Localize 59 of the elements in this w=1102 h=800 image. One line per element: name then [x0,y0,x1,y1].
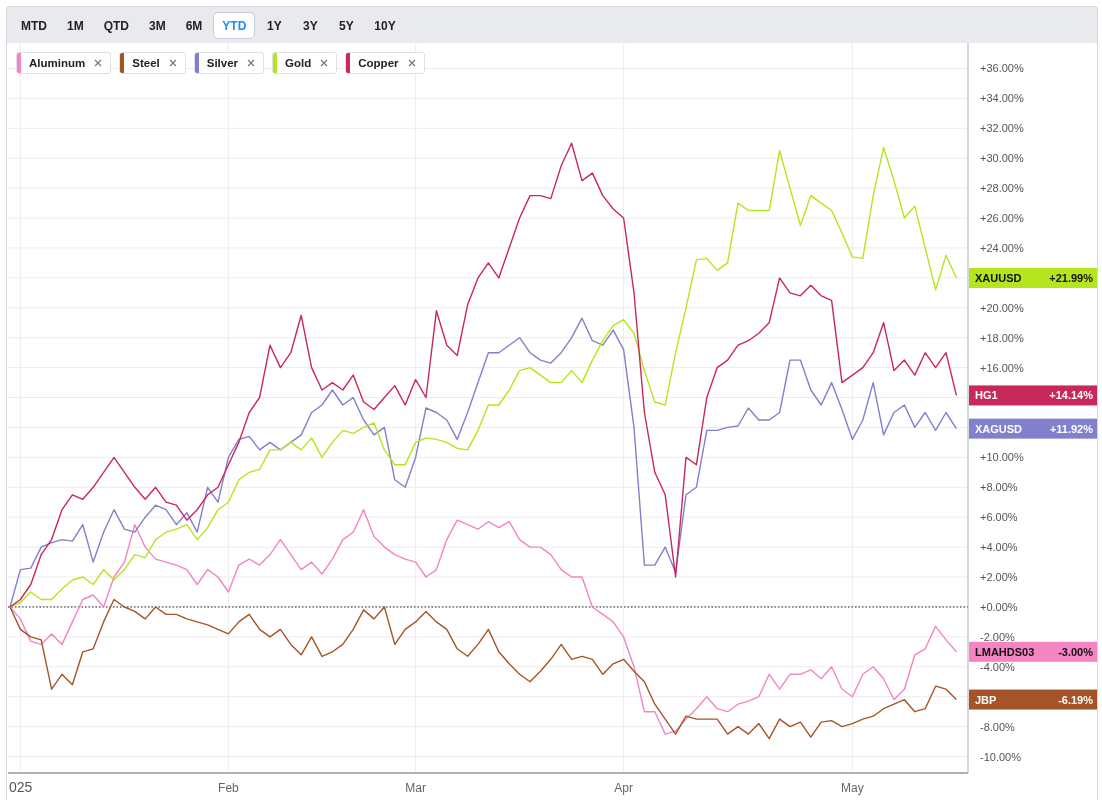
price-tag-value: -6.19% [1058,693,1093,706]
legend-label: Gold [285,57,312,69]
range-tab[interactable]: 10Y [365,11,405,39]
axis-tick-label: +8.00% [980,481,1018,494]
price-tag-symbol: HG1 [975,389,998,402]
close-icon[interactable] [168,59,177,67]
axis-tick-label: -4.00% [980,660,1015,673]
axis-tick-label: +6.00% [980,511,1018,524]
price-tag-value: +11.92% [1049,422,1093,435]
axis-tick-label: +0.00% [980,600,1018,613]
range-tab[interactable]: MTD [12,11,56,39]
axis-tick-label: May [841,781,864,795]
price-tag-symbol: XAUUSD [975,272,1022,284]
axis-tick-label: +32.00% [980,122,1024,135]
price-tag-symbol: XAGUSD [975,422,1023,435]
price-tag-symbol: JBP [975,693,997,706]
close-icon[interactable] [407,59,416,67]
axis-tick-label: +2.00% [980,571,1018,584]
axis-tick-label: Apr [614,781,633,795]
axis-tick-label: +28.00% [980,182,1024,195]
axis-tick-label: -8.00% [980,720,1015,733]
range-tab[interactable]: 5Y [329,11,364,39]
range-tab[interactable]: 3Y [293,11,328,39]
axis-tick-label: Mar [405,781,426,795]
legend-chip[interactable]: Silver [193,52,265,74]
axis-tick-label: +18.00% [980,331,1024,344]
range-tab[interactable]: 6M [176,11,212,39]
price-tag-value: +21.99% [1049,272,1093,284]
legend-chip[interactable]: Steel [119,52,186,74]
legend-label: Copper [358,57,399,69]
close-icon[interactable] [94,59,103,67]
close-icon[interactable] [247,59,256,67]
axis-tick-label: +4.00% [980,541,1018,554]
range-tab[interactable]: 1Y [257,11,292,39]
legend-chip[interactable]: Aluminum [16,52,112,74]
legend-chip[interactable]: Gold [272,52,338,74]
axis-tick-label: +36.00% [980,62,1024,75]
close-icon[interactable] [320,59,329,67]
range-tab[interactable]: 1M [58,11,93,39]
axis-tick-label: +16.00% [980,361,1024,374]
range-tab[interactable]: 3M [140,11,175,39]
price-tag-value: -3.00% [1058,645,1093,658]
axis-tick-label: -10.00% [980,750,1021,763]
range-tab[interactable]: QTD [94,11,138,39]
axis-tick-label: +26.00% [980,212,1024,224]
legend-chip[interactable]: Copper [345,52,425,74]
axis-tick-label: Feb [218,781,239,795]
price-tag-value: +14.14% [1049,389,1093,402]
legend-label: Steel [132,57,160,69]
legend-label: Silver [206,57,239,69]
price-tag-symbol: LMAHDS03 [975,645,1035,658]
axis-tick-label: +34.00% [980,92,1024,105]
axis-tick-label: -2.00% [980,630,1015,643]
axis-tick-label: +10.00% [980,451,1024,464]
axis-tick-label: +24.00% [980,241,1024,254]
legend-label: Aluminum [29,57,86,69]
axis-tick-label: +20.00% [980,301,1024,314]
axis-tick-label: 025 [9,779,33,795]
axis-tick-label: +30.00% [980,152,1024,165]
